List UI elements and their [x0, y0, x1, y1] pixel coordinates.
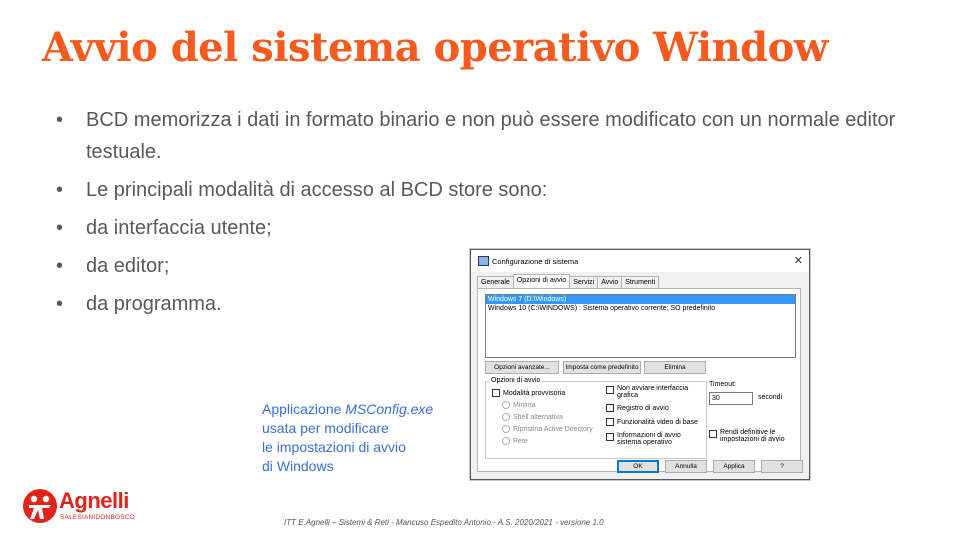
radio-shell-alternativa[interactable]: Shell alternativa [502, 413, 563, 421]
radio-minima[interactable]: Minima [502, 401, 536, 409]
bullet-dot: • [56, 255, 64, 277]
radio-label: Minima [513, 401, 536, 409]
ok-button[interactable]: OK [617, 460, 659, 473]
boot-log-label: Registro di avvio [617, 404, 669, 412]
boot-entries-list[interactable]: Windows 7 (D:\Windows) Windows 10 (C:\WI… [485, 294, 796, 358]
radio-circle[interactable] [502, 413, 510, 421]
dialog-titlebar: Configurazione di sistema ✕ [471, 250, 809, 272]
boot-entry-windows-10[interactable]: Windows 10 (C:\WINDOWS) : Sistema operat… [486, 304, 795, 313]
checkbox-box[interactable] [606, 418, 614, 426]
checkbox-box[interactable] [709, 430, 717, 438]
bullet-dot: • [56, 217, 64, 239]
agnelli-logo: Agnelli SALESIANIDONBOSCO [22, 488, 172, 528]
caption-app-name: MSConfig.exe [345, 401, 434, 417]
bullet-item: • Le principali modalità di accesso al BC… [56, 174, 906, 206]
dialog-tabs: Generale Opzioni di avvio Servizi Avvio … [477, 274, 660, 289]
timeout-unit: secondi [758, 394, 783, 401]
logo-brand: Agnelli [59, 488, 129, 513]
bullet-text: da programma. [86, 293, 222, 315]
boot-options-legend: Opzioni di avvio [490, 377, 542, 384]
radio-circle[interactable] [502, 425, 510, 433]
checkbox-box[interactable] [492, 389, 500, 397]
base-video-label: Funzionalità video di base [617, 418, 698, 426]
safe-boot-label: Modalità provvisoria [503, 389, 566, 397]
slide-title: Avvio del sistema operativo Window [42, 24, 828, 71]
msconfig-dialog: Configurazione di sistema ✕ Generale Opz… [470, 249, 810, 480]
radio-rete[interactable]: Rete [502, 437, 528, 445]
os-boot-info-label: Informazioni di avvio sistema operativo [617, 432, 681, 446]
msconfig-caption: Applicazione MSConfig.exe usata per modi… [262, 400, 433, 476]
close-icon[interactable]: ✕ [794, 254, 803, 267]
tab-opzioni-di-avvio[interactable]: Opzioni di avvio [512, 274, 571, 289]
checkbox-box[interactable] [606, 386, 614, 394]
permanent-settings-checkbox[interactable]: Rendi definitive le impostazioni di avvi… [709, 429, 795, 443]
caption-line-1-prefix: Applicazione [262, 401, 346, 417]
timeout-label: Timeout: [709, 381, 736, 388]
boot-log-checkbox[interactable]: Registro di avvio [606, 404, 669, 412]
radio-label: Rete [513, 437, 528, 445]
dialog-title: Configurazione di sistema [492, 257, 579, 266]
checkbox-box[interactable] [606, 433, 614, 441]
agnelli-logo-mark [23, 489, 57, 523]
timeout-input[interactable]: 30 [709, 392, 753, 405]
boot-options-panel: Windows 7 (D:\Windows) Windows 10 (C:\WI… [477, 288, 801, 472]
set-default-button[interactable]: Imposta come predefinito [563, 361, 641, 374]
radio-circle[interactable] [502, 401, 510, 409]
bullet-dot: • [56, 179, 64, 201]
advanced-options-button[interactable]: Opzioni avanzate... [485, 361, 559, 374]
bullet-text: BCD memorizza i dati in formato binario … [86, 109, 896, 163]
footer-credits: ITT E.Agnelli – Sistemi & Reti - Mancuso… [284, 518, 604, 527]
logo-subtitle: SALESIANIDONBOSCO [60, 514, 135, 521]
radio-active-directory[interactable]: Ripristina Active Directory [502, 425, 593, 433]
boot-options-group: Opzioni di avvio Modalità provvisoria Mi… [485, 377, 707, 459]
base-video-checkbox[interactable]: Funzionalità video di base [606, 418, 698, 426]
help-button[interactable]: ? [761, 460, 803, 473]
no-gui-label: Non avviare interfaccia grafica [617, 385, 689, 399]
bullet-text: da editor; [86, 255, 170, 277]
system-config-icon [478, 256, 489, 266]
bullet-dot: • [56, 293, 64, 315]
safe-boot-checkbox[interactable]: Modalità provvisoria [492, 389, 565, 397]
caption-line-2: usata per modificare [262, 420, 389, 436]
bullet-text: Le principali modalità di accesso al BCD… [86, 179, 548, 201]
radio-circle[interactable] [502, 437, 510, 445]
bullet-item: • da interfaccia utente; [56, 212, 906, 244]
bullet-dot: • [56, 109, 64, 131]
bullet-text: da interfaccia utente; [86, 217, 272, 239]
cancel-button[interactable]: Annulla [665, 460, 707, 473]
permanent-settings-label: Rendi definitive le impostazioni di avvi… [720, 429, 785, 443]
boot-entry-windows-7[interactable]: Windows 7 (D:\Windows) [486, 295, 795, 304]
os-boot-info-checkbox[interactable]: Informazioni di avvio sistema operativo [606, 432, 702, 446]
caption-line-3: le impostazioni di avvio [262, 439, 406, 455]
radio-label: Ripristina Active Directory [513, 425, 593, 433]
no-gui-checkbox[interactable]: Non avviare interfaccia grafica [606, 385, 702, 399]
bullet-item: • BCD memorizza i dati in formato binario… [56, 104, 906, 168]
delete-button[interactable]: Elimina [644, 361, 706, 374]
apply-button[interactable]: Applica [713, 460, 755, 473]
checkbox-box[interactable] [606, 404, 614, 412]
caption-line-4: di Windows [262, 458, 334, 474]
radio-label: Shell alternativa [513, 413, 563, 421]
